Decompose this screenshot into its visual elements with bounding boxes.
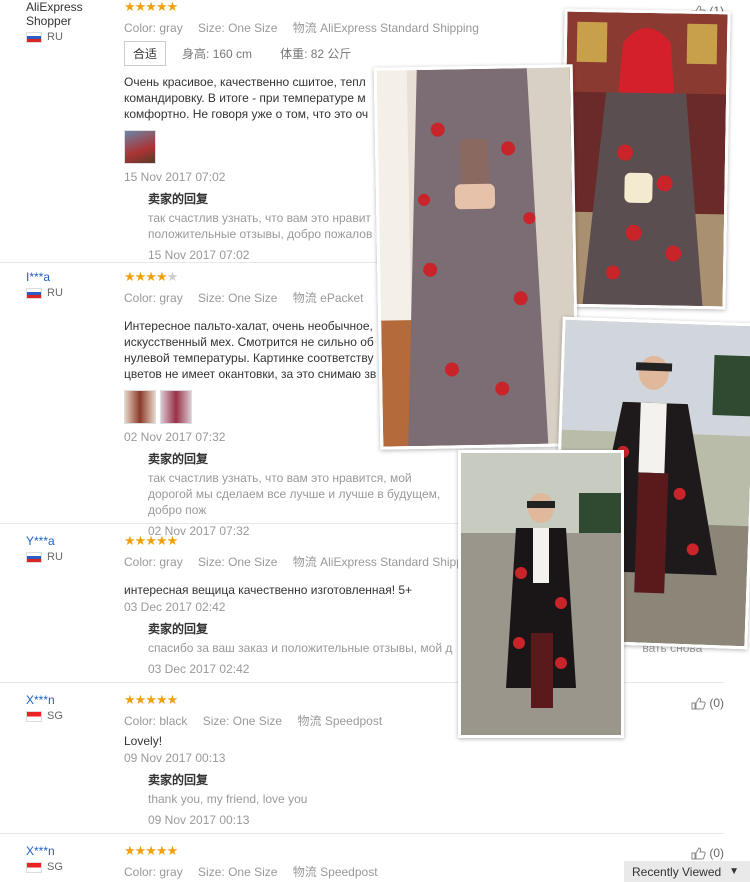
helpful-button[interactable]: (0) xyxy=(691,696,724,710)
customer-photo-road[interactable] xyxy=(458,450,624,738)
star-rating: ★★★★★ xyxy=(124,843,178,858)
reviewer-info: X***n SG xyxy=(26,693,121,722)
russia-flag-icon xyxy=(26,287,42,299)
helpful-button[interactable]: (0) xyxy=(691,846,724,860)
seller-reply: 卖家的回复 thank you, my friend, love you 09 … xyxy=(148,771,704,827)
reply-date: 09 Nov 2017 00:13 xyxy=(148,813,250,827)
reply-text: так счастлив узнать, что вам это нравитс… xyxy=(148,471,441,517)
reviewer-name: AliExpress Shopper xyxy=(26,0,83,28)
review-item: X***n SG ★★★★★ Color: gray Size: One Siz… xyxy=(0,844,724,884)
order-info: Color: gray Size: One Size 物流 Speedpost xyxy=(124,865,378,879)
woman-on-road-image xyxy=(461,453,621,735)
reviewer-info: Y***a RU xyxy=(26,534,121,563)
recently-viewed-button[interactable]: Recently Viewed ▼ xyxy=(624,861,750,882)
reviewer-name[interactable]: X***n xyxy=(26,693,121,707)
chevron-down-icon: ▼ xyxy=(729,866,740,877)
review-date: 09 Nov 2017 00:13 xyxy=(124,751,226,765)
fit-tag: 合适 xyxy=(124,41,167,66)
woman-in-red-scarf-image xyxy=(562,11,728,307)
review-body: ★★★★★ Color: gray Size: One Size 物流 Spee… xyxy=(124,844,704,880)
reviewer-name[interactable]: Y***a xyxy=(26,534,121,548)
review-text: Интересное пальто-халат, очень необычное… xyxy=(124,319,377,381)
reviewer-name[interactable]: X***n xyxy=(26,844,121,858)
review-photo-thumb[interactable] xyxy=(124,390,156,424)
thumbs-up-icon xyxy=(691,846,707,859)
reply-text: так счастлив узнать, что вам это нравит … xyxy=(148,211,373,241)
reviewer-country: RU xyxy=(26,31,121,43)
singapore-flag-icon xyxy=(26,861,42,873)
reviewer-country: RU xyxy=(26,551,121,563)
russia-flag-icon xyxy=(26,31,42,43)
thumbs-up-icon xyxy=(691,696,707,709)
mirror-selfie-image xyxy=(376,67,577,447)
review-photo-thumb[interactable] xyxy=(160,390,192,424)
review-photo-thumb[interactable] xyxy=(124,130,156,164)
reviewer-info: X***n SG xyxy=(26,844,121,873)
reply-title: 卖家的回复 xyxy=(148,773,209,787)
singapore-flag-icon xyxy=(26,710,42,722)
customer-photo-market[interactable] xyxy=(559,8,731,310)
reviewer-country: SG xyxy=(26,861,121,873)
reviewer-info: AliExpress Shopper RU xyxy=(26,0,121,43)
russia-flag-icon xyxy=(26,551,42,563)
reply-text: thank you, my friend, love you xyxy=(148,792,308,806)
customer-photo-mirror[interactable] xyxy=(373,64,580,450)
review-text: Очень красивое, качественно сшитое, тепл… xyxy=(124,75,369,121)
reviewer-info: I***a RU xyxy=(26,270,121,299)
reviewer-country: SG xyxy=(26,710,121,722)
reviewer-name[interactable]: I***a xyxy=(26,270,121,284)
reviewer-country: RU xyxy=(26,287,121,299)
